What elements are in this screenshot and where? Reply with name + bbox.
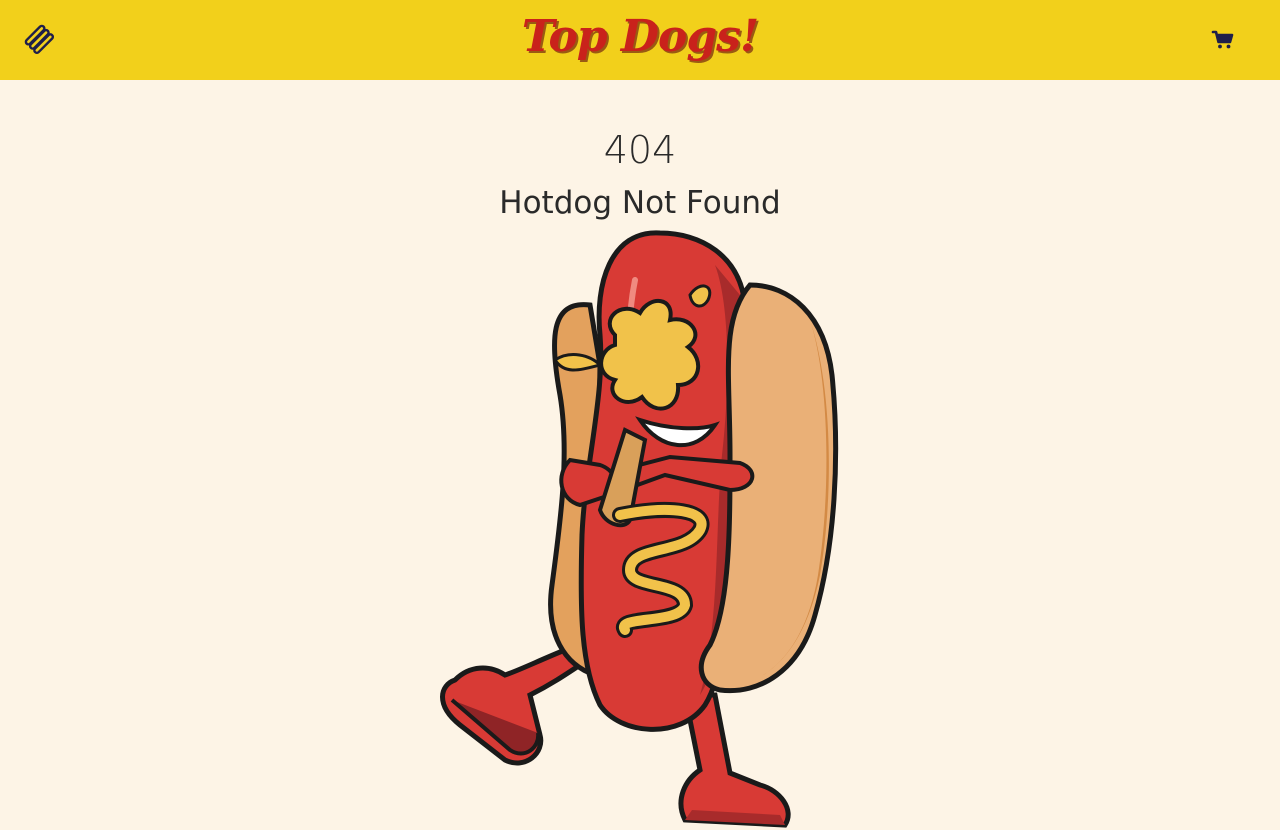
brand-logo[interactable]: Top Dogs! — [0, 0, 1280, 80]
top-header: Top Dogs! — [0, 0, 1280, 80]
shopping-cart-icon — [1211, 30, 1234, 49]
error-message: Hotdog Not Found — [499, 185, 781, 221]
error-code: 404 — [603, 128, 677, 172]
hotdog-mascot-illustration — [440, 230, 839, 828]
cart-button[interactable] — [1210, 26, 1236, 52]
